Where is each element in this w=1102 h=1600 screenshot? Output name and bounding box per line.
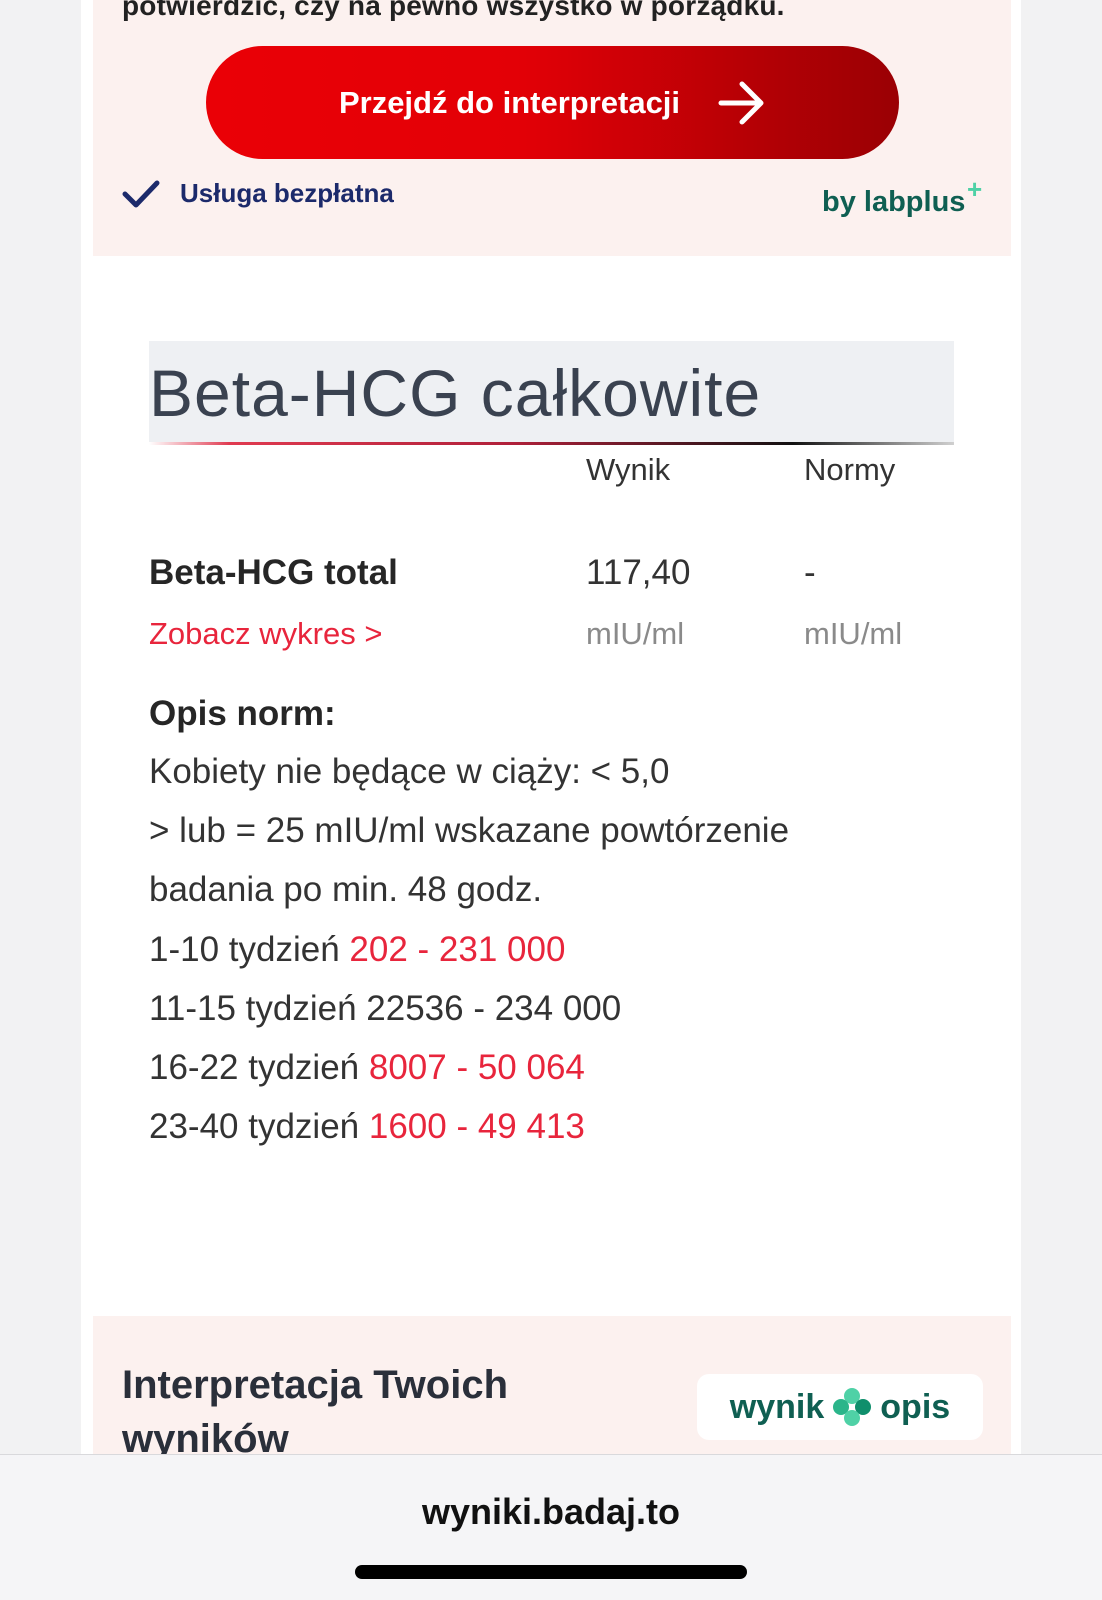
norms-line: 23-40 tydzień 1600 - 49 413	[149, 1107, 585, 1146]
norms-line: > lub = 25 mIU/ml wskazane powtórzenie	[149, 811, 790, 850]
column-header-norms: Normy	[804, 452, 896, 487]
norms-description-title: Opis norm:	[149, 694, 336, 733]
url-text[interactable]: wyniki.badaj.to	[0, 1491, 1102, 1533]
test-title-box: Beta-HCG całkowite	[149, 341, 954, 445]
norms-line: 11-15 tydzień 22536 - 234 000	[149, 989, 622, 1028]
promo-text: potwierdzić, czy na pewno wszystko w por…	[122, 0, 785, 21]
title-underline	[149, 442, 954, 445]
column-header-result: Wynik	[586, 452, 671, 487]
test-title: Beta-HCG całkowite	[149, 356, 762, 430]
free-service-row: Usługa bezpłatna	[122, 178, 394, 209]
interpretation-button-label: Przejdź do interpretacji	[338, 84, 681, 120]
home-indicator[interactable]	[355, 1565, 747, 1579]
norm-unit: mIU/ml	[804, 616, 903, 651]
test-name: Beta-HCG total	[149, 553, 398, 592]
norms-line: 16-22 tydzień 8007 - 50 064	[149, 1048, 585, 1087]
interpretation-button[interactable]: Przejdź do interpretacji	[206, 46, 899, 159]
norms-line: Kobiety nie będące w ciąży: < 5,0	[149, 752, 670, 791]
result-unit: mIU/ml	[586, 616, 685, 651]
wynik-opis-logo: wynik opis	[697, 1374, 983, 1440]
norms-line: badania po min. 48 godz.	[149, 870, 543, 909]
arrow-right-icon	[718, 81, 764, 124]
labplus-logo: by labplus +	[822, 174, 983, 218]
view-chart-link[interactable]: Zobacz wykres >	[149, 616, 382, 652]
result-value: 117,40	[586, 553, 691, 592]
free-service-label: Usługa bezpłatna	[180, 178, 394, 208]
norm-value: -	[804, 553, 816, 592]
norms-line: 1-10 tydzień 202 - 231 000	[149, 930, 566, 969]
interpretation-title: Interpretacja Twoich wyników	[122, 1363, 509, 1461]
browser-address-bar[interactable]: wyniki.badaj.to	[0, 1454, 1102, 1600]
check-icon	[122, 180, 160, 207]
clover-icon	[833, 1388, 872, 1426]
plus-icon: +	[967, 174, 983, 204]
